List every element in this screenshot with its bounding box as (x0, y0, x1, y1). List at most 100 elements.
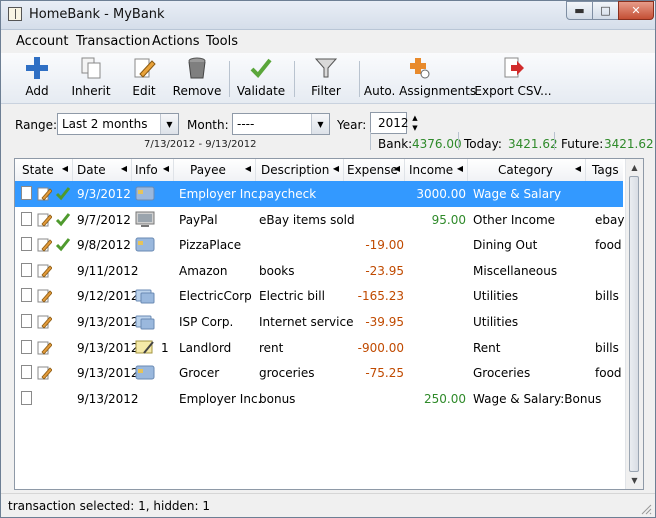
document-icon (21, 390, 32, 405)
transfer-icon (135, 313, 155, 330)
auto-assignments-button[interactable]: Auto. Assignments (364, 55, 476, 101)
pencil-icon (37, 366, 52, 380)
description-cell: groceries (259, 366, 315, 381)
info-number: 1 (161, 340, 169, 355)
inherit-button[interactable]: Inherit (70, 55, 112, 101)
category-cell: Other Income (473, 212, 556, 227)
export-csv-button[interactable]: Export CSV... (474, 55, 552, 101)
today-label: Today: (464, 137, 502, 151)
checkmark-icon (55, 187, 71, 201)
payee-cell: PayPal (179, 212, 218, 227)
column-header-category[interactable]: Category ◀ (468, 159, 586, 181)
description-cell: paycheck (259, 187, 317, 201)
income-cell: 3000.00 (416, 187, 466, 201)
add-button[interactable]: Add (22, 55, 52, 101)
date-cell: 9/13/2012 (77, 366, 139, 381)
menu-transaction[interactable]: Transaction (76, 34, 150, 49)
range-value: Last 2 months (62, 117, 148, 131)
close-button[interactable]: ✕ (618, 1, 654, 20)
filter-label: Filter (311, 84, 341, 98)
homebank-app-icon (8, 7, 22, 21)
card-icon (135, 364, 155, 381)
category-cell: Utilities (473, 289, 519, 304)
add-label: Add (25, 84, 49, 98)
edit-label: Edit (132, 84, 156, 98)
column-header-tags[interactable]: Tags (586, 159, 623, 181)
column-header-info[interactable]: Info ◀ (132, 159, 174, 181)
category-cell: Groceries (473, 366, 531, 381)
date-cell: 9/7/2012 (77, 212, 131, 227)
export-csv-label: Export CSV... (474, 84, 552, 98)
pencil-icon (37, 213, 52, 227)
pc-icon (135, 211, 155, 228)
expense-cell: -75.25 (365, 366, 404, 381)
category-cell: Dining Out (473, 238, 538, 253)
expense-cell: -23.95 (365, 263, 404, 278)
scroll-thumb[interactable] (629, 176, 639, 472)
vertical-scrollbar[interactable]: ▲ ▼ (625, 159, 643, 489)
column-header-state[interactable]: State ◀ (15, 159, 73, 181)
menu-account[interactable]: Account (16, 34, 69, 49)
payee-cell: Amazon (179, 263, 228, 278)
minimize-icon: ▬ (574, 4, 585, 17)
date-cell: 9/13/2012 (77, 315, 139, 329)
category-cell: Rent (473, 340, 501, 355)
month-combo[interactable]: ---- ▼ (232, 113, 330, 135)
tags-cell: food (595, 238, 622, 253)
filter-button[interactable]: Filter (310, 55, 342, 101)
menu-tools[interactable]: Tools (206, 34, 238, 49)
expense-cell: -165.23 (357, 289, 404, 304)
maximize-button[interactable]: □ (592, 1, 619, 20)
table-row[interactable]: 9/12/2012 ElectricCorp Electric bill -165.2… (15, 283, 623, 309)
checkmark-icon (248, 55, 274, 81)
transaction-list[interactable]: State ◀ Date ◀ Info ◀ Payee ◀ Description ◀ E… (14, 158, 644, 490)
title-bar: HomeBank - MyBank ▬ □ ✕ (1, 1, 655, 30)
document-icon (21, 288, 32, 303)
resize-grip-icon[interactable] (640, 503, 652, 515)
document-icon (21, 365, 32, 380)
column-header-income[interactable]: Income ◀ (405, 159, 468, 181)
table-row[interactable]: 9/3/2012 Employer Inc. paycheck 3000.00 Wage… (15, 181, 623, 207)
table-row[interactable]: 9/8/2012 PizzaPlace -19.00 Dining Out food (15, 232, 623, 258)
table-row[interactable]: 9/11/2012 Amazon books -23.95 Miscellaneous (15, 258, 623, 284)
scroll-down-icon[interactable]: ▼ (626, 472, 643, 489)
column-header-payee[interactable]: Payee ◀ (174, 159, 256, 181)
edit-button[interactable]: Edit (129, 55, 159, 101)
validate-button[interactable]: Validate (237, 55, 285, 101)
toolbar-separator (229, 61, 230, 97)
menu-actions[interactable]: Actions (152, 34, 200, 49)
inherit-label: Inherit (71, 84, 111, 98)
future-value: 3421.62 (604, 137, 654, 151)
bank-value: 4376.00 (412, 137, 462, 151)
spin-up-icon[interactable]: ▲ (408, 113, 422, 123)
spin-down-icon[interactable]: ▼ (408, 123, 422, 133)
column-header-expense[interactable]: Expense ◀ (344, 159, 405, 181)
date-cell: 9/11/2012 (77, 263, 139, 278)
income-cell: 95.00 (431, 212, 466, 227)
toolbar-separator (294, 61, 295, 97)
description-cell: Internet service (259, 315, 354, 329)
range-combo[interactable]: Last 2 months ▼ (57, 113, 179, 135)
year-spinner[interactable]: 2012 ▲ ▼ (370, 112, 418, 134)
payee-cell: Grocer (179, 366, 220, 381)
column-header-description[interactable]: Description ◀ (256, 159, 344, 181)
date-cell: 9/3/2012 (77, 187, 131, 201)
column-header-date[interactable]: Date ◀ (73, 159, 132, 181)
table-row[interactable]: 9/13/2012 1 Landlord rent -900.00 Rent bills (15, 335, 623, 361)
range-label: Range: (15, 118, 58, 132)
list-header: State ◀ Date ◀ Info ◀ Payee ◀ Description ◀ E… (15, 159, 623, 182)
pencil-icon (37, 315, 52, 329)
scroll-up-icon[interactable]: ▲ (626, 159, 643, 176)
table-row[interactable]: 9/13/2012 Employer Inc. bonus 250.00 Wage & … (15, 386, 623, 412)
document-icon (21, 211, 32, 226)
pencil-icon (37, 289, 52, 303)
table-row[interactable]: 9/13/2012 ISP Corp. Internet service -39.95… (15, 309, 623, 335)
table-row[interactable]: 9/13/2012 Grocer groceries -75.25 Groceries f… (15, 360, 623, 386)
remove-button[interactable]: Remove (173, 55, 221, 101)
category-cell: Wage & Salary:Bonus (473, 391, 602, 406)
minimize-button[interactable]: ▬ (566, 1, 593, 20)
sort-arrow-icon: ◀ (574, 164, 581, 173)
sort-arrow-icon: ◀ (244, 164, 251, 173)
year-label: Year: (337, 118, 367, 132)
table-row[interactable]: 9/7/2012 PayPal eBay items sold 95.00 Other … (15, 207, 624, 233)
